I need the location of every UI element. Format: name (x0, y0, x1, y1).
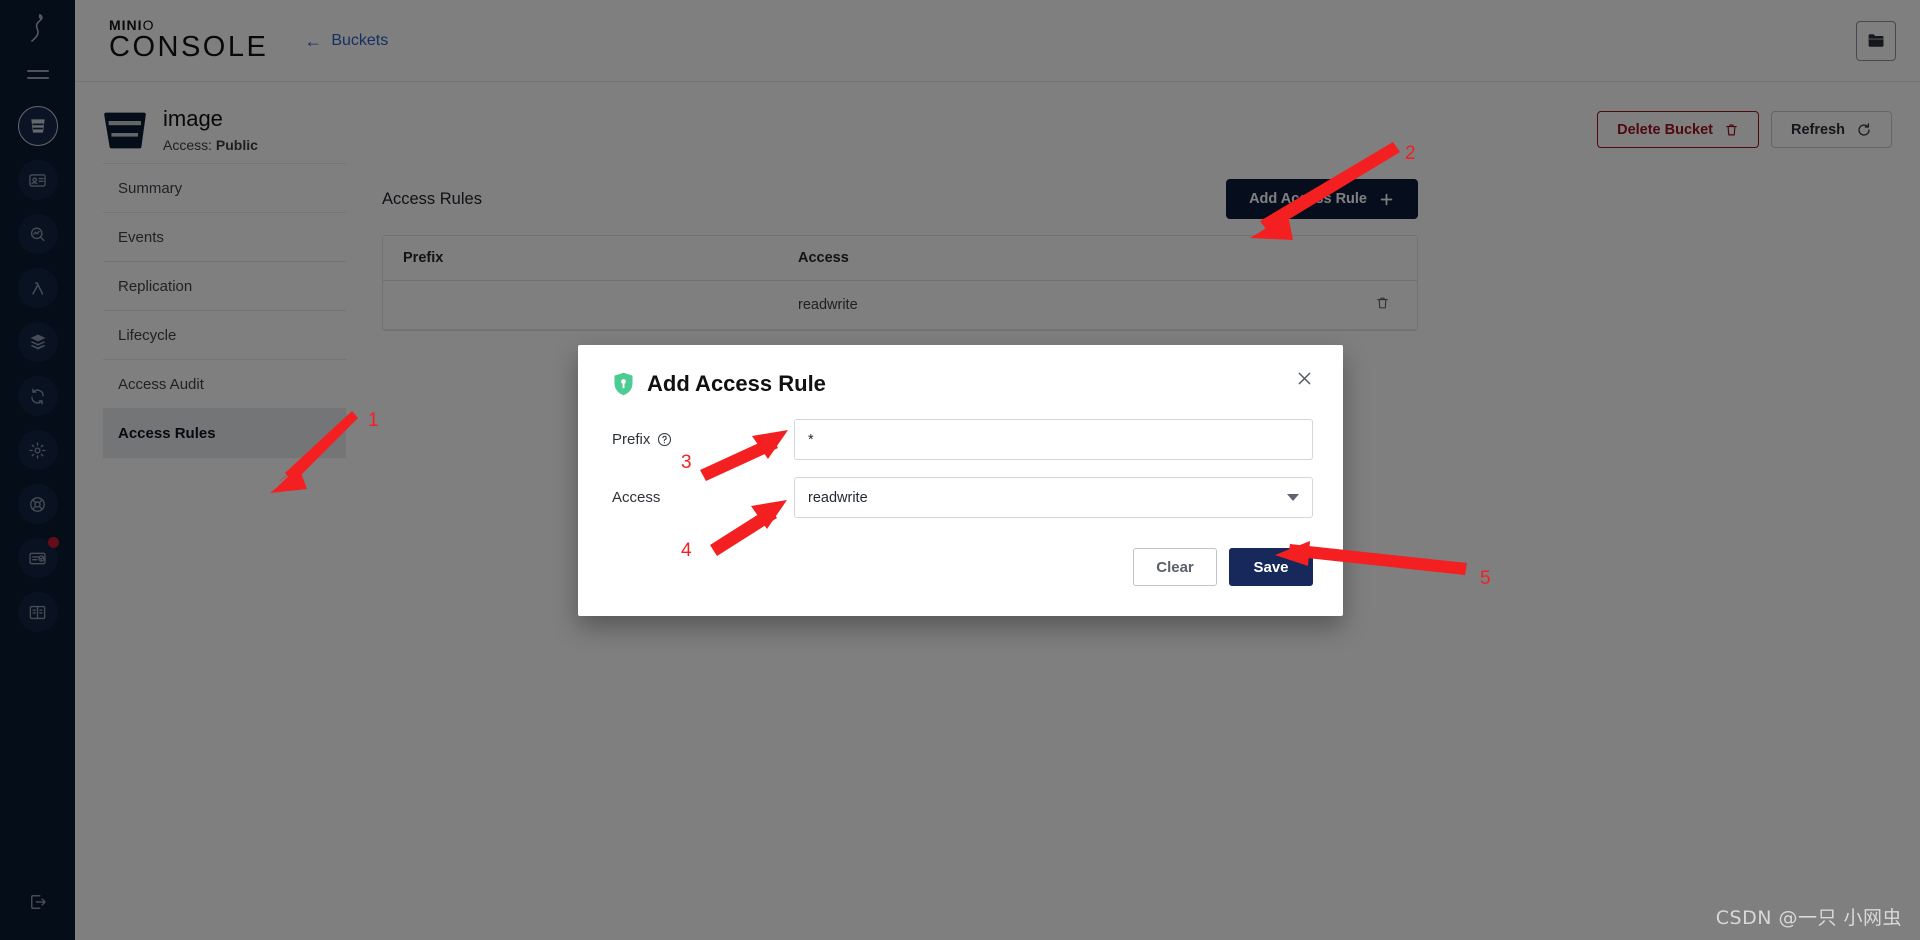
access-select-value: readwrite (808, 489, 868, 506)
prefix-label-group: Prefix (612, 431, 794, 448)
access-label: Access (612, 489, 661, 506)
watermark: CSDN @一只 小网虫 (1715, 907, 1902, 929)
access-label-group: Access (612, 489, 794, 506)
annotation-number-2: 2 (1405, 143, 1416, 164)
prefix-field-row: Prefix * (612, 419, 1313, 460)
prefix-input-value: * (808, 431, 814, 448)
save-button[interactable]: Save (1229, 548, 1313, 586)
dialog-title: Add Access Rule (647, 371, 826, 396)
close-icon[interactable] (1291, 365, 1317, 391)
shield-key-icon (614, 372, 633, 396)
annotation-number-3: 3 (681, 452, 692, 473)
chevron-down-icon (1287, 494, 1299, 501)
annotation-number-4: 4 (681, 540, 692, 561)
prefix-input[interactable]: * (794, 419, 1313, 460)
access-select[interactable]: readwrite (794, 477, 1313, 518)
dialog-actions: Clear Save (612, 548, 1313, 586)
clear-button[interactable]: Clear (1133, 548, 1217, 586)
app-root: MINIO CONSOLE ← Buckets (0, 0, 1920, 940)
dialog-header: Add Access Rule (612, 371, 1313, 419)
annotation-number-5: 5 (1480, 568, 1491, 589)
add-access-rule-dialog: Add Access Rule Prefix * Access readwrit… (578, 345, 1343, 616)
annotation-number-1: 1 (368, 410, 379, 431)
prefix-label: Prefix (612, 431, 651, 448)
help-circle-icon[interactable] (657, 432, 672, 447)
access-field-row: Access readwrite (612, 477, 1313, 518)
